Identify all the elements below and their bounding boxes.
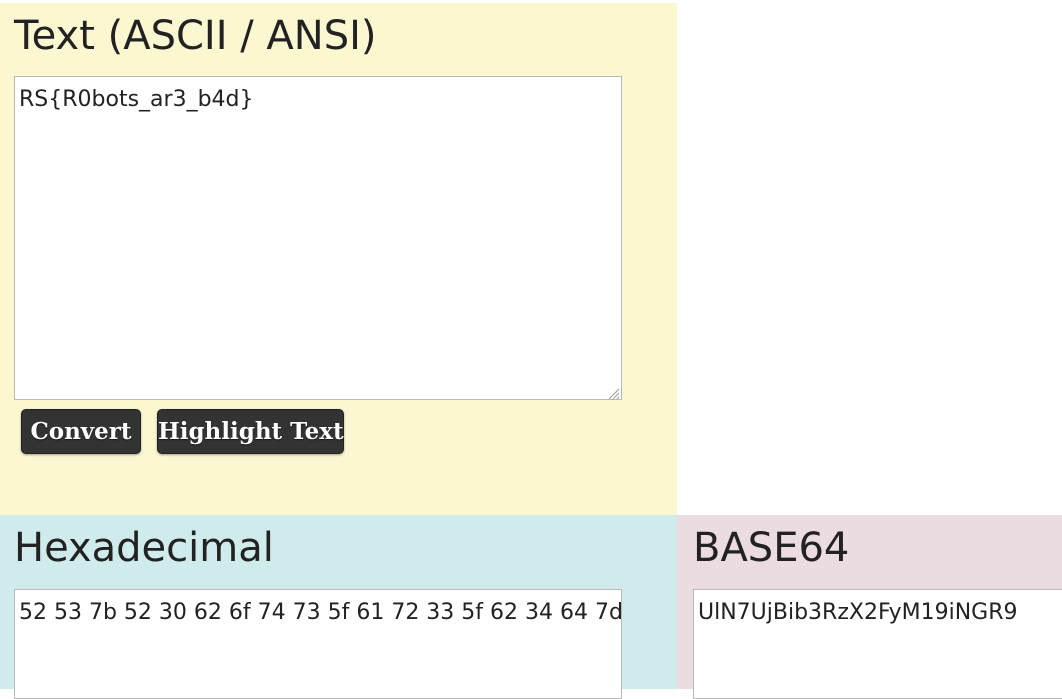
base64-input[interactable]: UlN7UjBib3RzX2FyM19iNGR9 [693, 589, 1062, 699]
text-panel: Text (ASCII / ANSI) RS{R0bots_ar3_b4d} C… [0, 3, 677, 515]
text-input[interactable]: RS{R0bots_ar3_b4d} [14, 76, 622, 400]
hexadecimal-panel: Hexadecimal 52 53 7b 52 30 62 6f 74 73 5… [0, 515, 677, 699]
convert-button[interactable]: Convert [21, 409, 141, 454]
resize-grip-icon[interactable] [606, 386, 620, 400]
hexadecimal-panel-title: Hexadecimal [14, 525, 274, 571]
highlight-text-button[interactable]: Highlight Text [157, 409, 344, 454]
base64-panel: BASE64 UlN7UjBib3RzX2FyM19iNGR9 [677, 515, 1062, 699]
text-panel-title: Text (ASCII / ANSI) [14, 13, 377, 59]
base64-panel-title: BASE64 [693, 525, 850, 571]
hexadecimal-input[interactable]: 52 53 7b 52 30 62 6f 74 73 5f 61 72 33 5… [14, 589, 622, 699]
